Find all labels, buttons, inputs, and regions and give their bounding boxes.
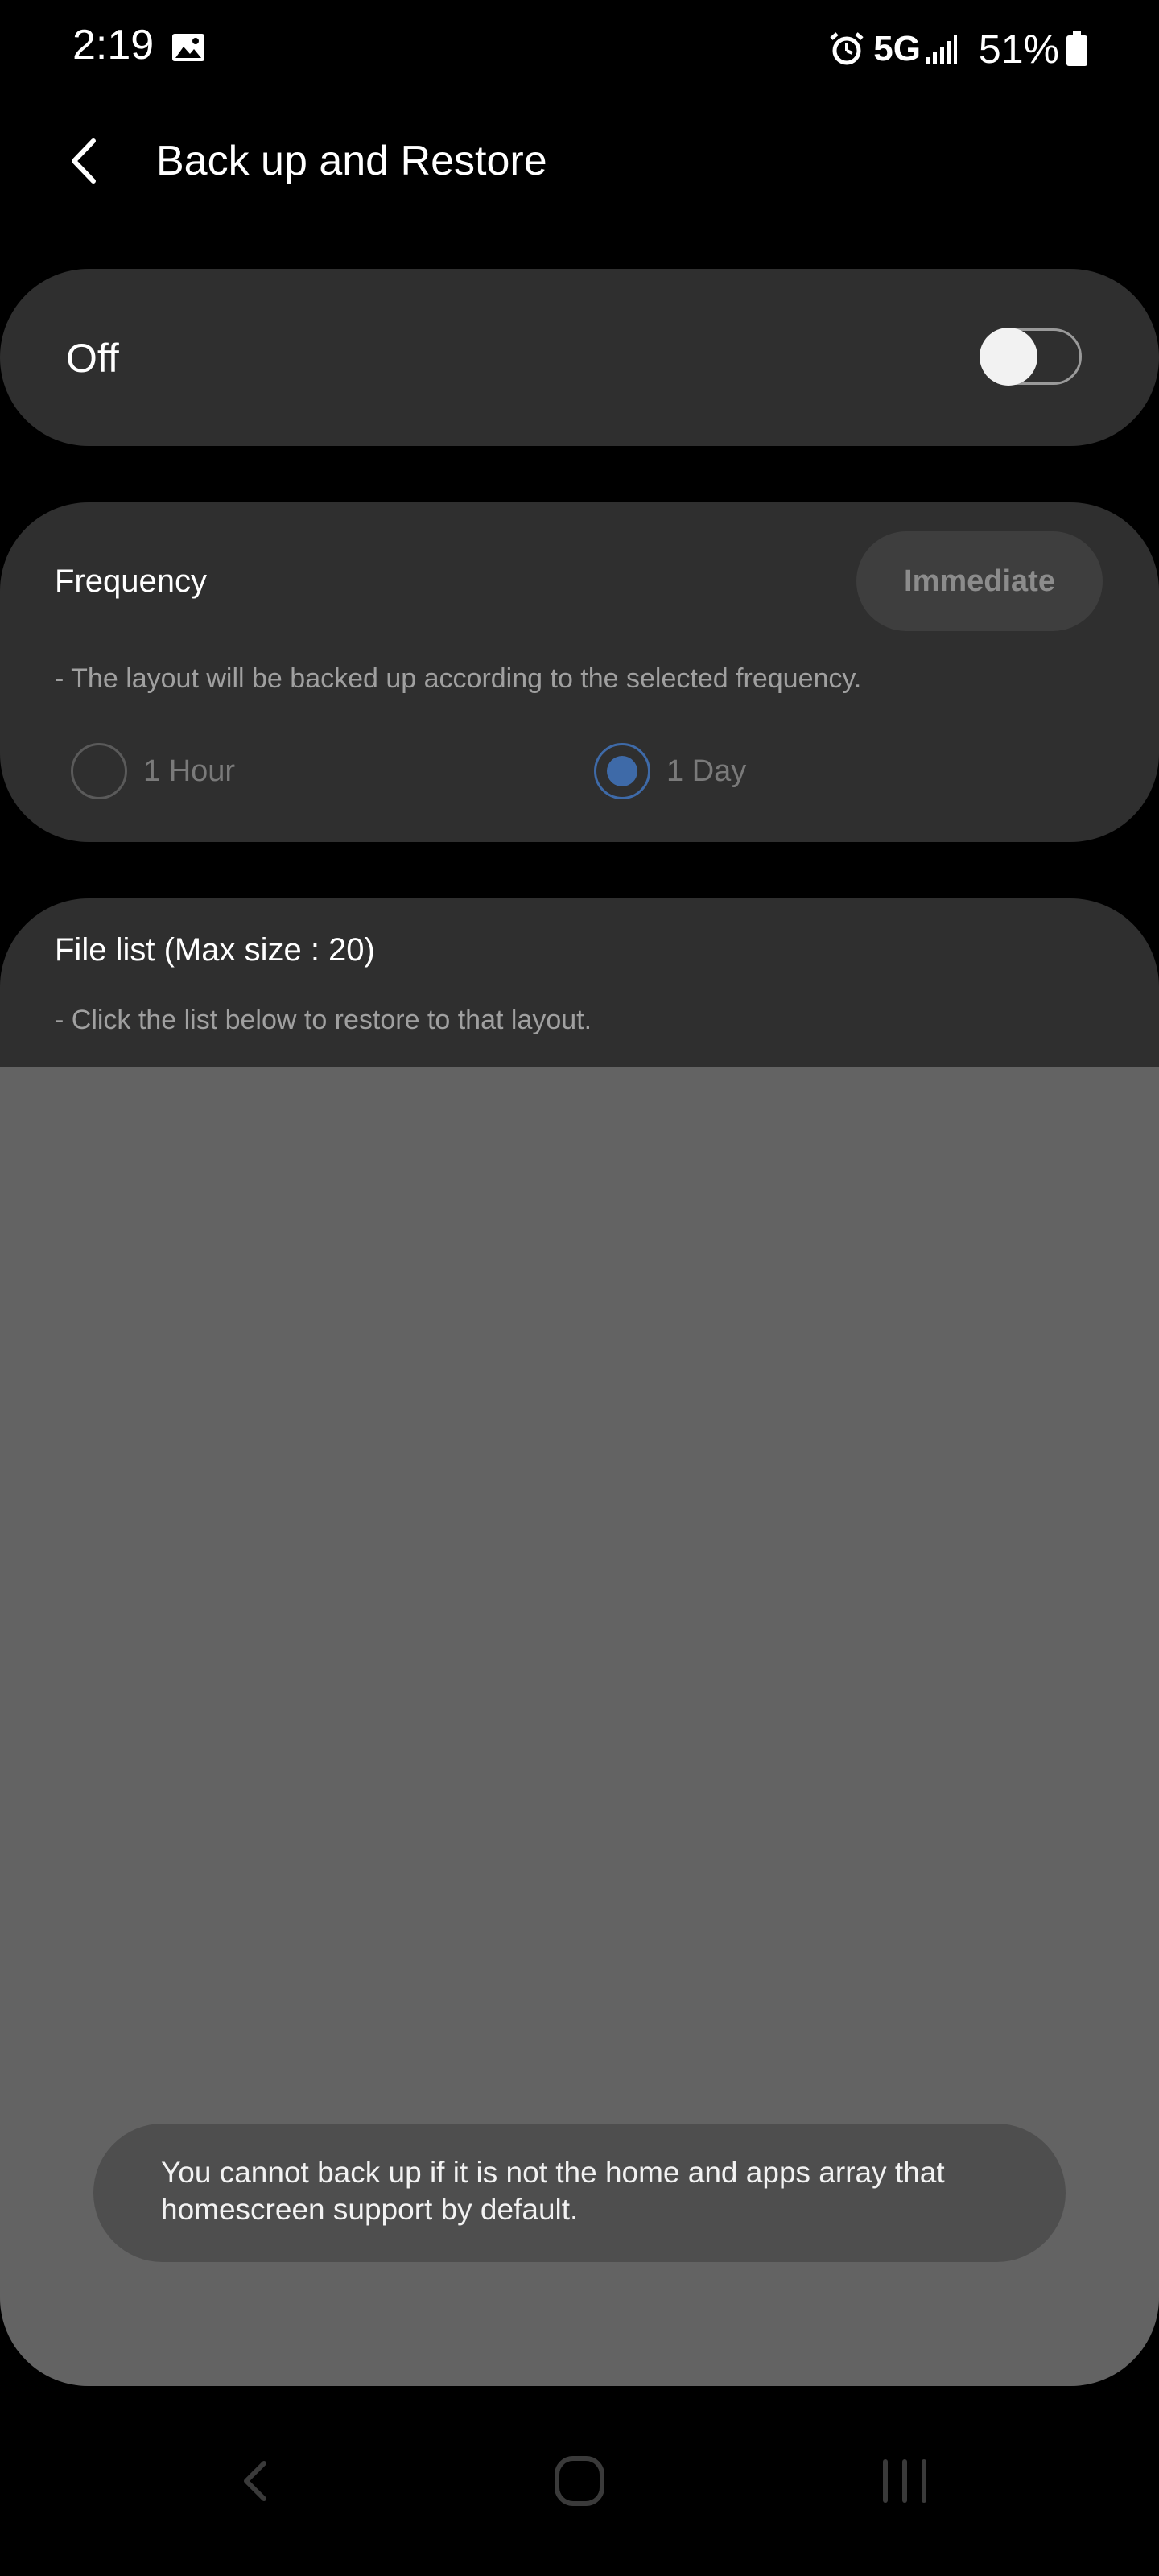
toggle-knob (980, 328, 1037, 386)
file-list-title: File list (Max size : 20) (55, 932, 375, 968)
toast-message: You cannot back up if it is not the home… (93, 2124, 1066, 2262)
network-type: 5G (873, 29, 921, 68)
file-list-description: - Click the list below to restore to tha… (55, 1005, 592, 1035)
battery-icon (1066, 31, 1087, 66)
battery-percent: 51% (978, 27, 1059, 72)
radio-option-1-hour[interactable]: 1 Hour (71, 741, 235, 802)
radio-button[interactable] (71, 743, 127, 799)
backup-toggle[interactable] (980, 328, 1082, 386)
status-time: 2:19 (72, 22, 155, 68)
status-icons: 5G 51% (828, 21, 1088, 77)
page-title: Back up and Restore (156, 138, 547, 184)
radio-label: 1 Day (666, 753, 747, 788)
back-icon[interactable] (224, 2449, 288, 2513)
alarm-icon (830, 32, 864, 65)
gallery-icon (172, 34, 204, 61)
backup-switch-label: Off (66, 336, 119, 381)
radio-selected-dot (607, 756, 637, 786)
immediate-button[interactable]: Immediate (856, 531, 1103, 631)
frequency-card: Frequency Immediate - The layout will be… (0, 502, 1159, 842)
chevron-left-icon[interactable] (58, 133, 114, 189)
navigation-bar (0, 2386, 1159, 2576)
radio-option-1-day[interactable]: 1 Day (594, 741, 746, 802)
status-bar: 2:19 5G 51% (0, 0, 1159, 97)
radio-label: 1 Hour (143, 753, 236, 788)
frequency-description: - The layout will be backed up according… (55, 663, 862, 694)
signal-icon (925, 35, 957, 64)
radio-button-selected[interactable] (594, 743, 650, 799)
recent-apps-icon[interactable] (872, 2449, 937, 2513)
app-header: Back up and Restore (0, 113, 1159, 209)
frequency-title: Frequency (55, 564, 207, 599)
home-icon[interactable] (547, 2449, 612, 2513)
